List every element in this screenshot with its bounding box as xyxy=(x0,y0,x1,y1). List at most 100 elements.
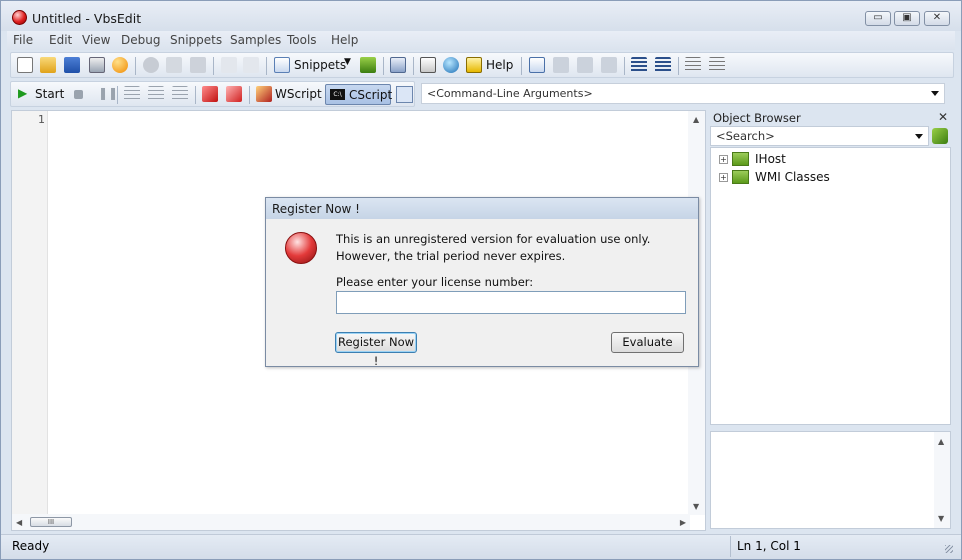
find-object-icon[interactable] xyxy=(932,128,948,144)
help-button[interactable]: Help xyxy=(486,58,513,72)
toolbar-separator xyxy=(135,57,136,75)
menu-help[interactable]: Help xyxy=(331,33,358,47)
pause-icon[interactable]: ❚❚ xyxy=(98,86,118,100)
scroll-right-icon[interactable]: ▶ xyxy=(680,518,686,527)
title-bar: Untitled - VbsEdit ▭ ▣ ✕ xyxy=(1,1,961,31)
tree-node-label: IHost xyxy=(755,152,786,166)
wscript-icon[interactable] xyxy=(256,86,272,102)
vbsedit-logo-icon xyxy=(12,10,27,25)
chevron-down-icon[interactable]: ▼ xyxy=(344,57,351,67)
object-browser-title: Object Browser xyxy=(713,111,801,125)
license-label: Please enter your license number: xyxy=(336,275,534,289)
main-toolbar: Snippets ▼ Help xyxy=(10,52,954,78)
scroll-up-icon[interactable]: ▲ xyxy=(938,437,944,446)
license-number-input[interactable] xyxy=(336,291,686,314)
menu-debug[interactable]: Debug xyxy=(121,33,160,47)
snippets-icon[interactable] xyxy=(274,57,290,73)
maximize-button[interactable]: ▣ xyxy=(894,11,920,26)
new-file-icon[interactable] xyxy=(17,57,33,73)
minimize-button[interactable]: ▭ xyxy=(865,11,891,26)
expand-icon[interactable]: + xyxy=(719,173,728,182)
object-browser-header: Object Browser ✕ xyxy=(710,110,951,126)
search-value: <Search> xyxy=(716,129,775,143)
cut-icon[interactable] xyxy=(143,57,159,73)
vbsedit-window: Untitled - VbsEdit ▭ ▣ ✕ File Edit View … xyxy=(0,0,962,560)
menu-file[interactable]: File xyxy=(13,33,33,47)
open-folder-icon[interactable] xyxy=(40,57,56,73)
step-into-icon[interactable] xyxy=(124,86,140,102)
command-line-arguments-combo[interactable]: <Command-Line Arguments> xyxy=(421,83,945,104)
wscript-button[interactable]: WScript xyxy=(275,87,322,101)
help-icon[interactable] xyxy=(466,57,482,73)
arguments-toggle-icon[interactable] xyxy=(396,86,413,103)
cscript-toggle[interactable]: C:\ CScript xyxy=(325,84,392,105)
breakpoint-icon[interactable] xyxy=(202,86,218,102)
chevron-down-icon[interactable] xyxy=(915,134,923,139)
scroll-up-icon[interactable]: ▲ xyxy=(693,115,699,124)
bookmark-clear-icon[interactable] xyxy=(601,57,617,73)
scroll-down-icon[interactable]: ▼ xyxy=(938,514,944,523)
scroll-down-icon[interactable]: ▼ xyxy=(693,502,699,511)
menu-edit[interactable]: Edit xyxy=(49,33,72,47)
print-icon[interactable] xyxy=(89,57,105,73)
status-divider xyxy=(730,536,731,557)
toolbar-separator xyxy=(249,86,250,104)
status-bar: Ready Ln 1, Col 1 xyxy=(1,534,961,559)
save-icon[interactable] xyxy=(64,57,80,73)
object-browser-search[interactable]: <Search> xyxy=(710,126,929,146)
dialog-title: Register Now ! xyxy=(266,198,698,219)
horizontal-scrollbar[interactable]: ◀ III ▶ xyxy=(12,514,690,530)
cursor-position: Ln 1, Col 1 xyxy=(737,539,801,553)
toolbar-separator xyxy=(383,57,384,75)
dialog-message: This is an unregistered version for eval… xyxy=(336,232,651,263)
start-button[interactable]: Start xyxy=(35,87,64,101)
tree-node-ihost[interactable]: + IHost xyxy=(719,151,919,167)
tree-node-wmi-classes[interactable]: + WMI Classes xyxy=(719,169,919,185)
toolbar-separator xyxy=(266,57,267,75)
comment-icon[interactable] xyxy=(529,57,545,73)
register-now-button[interactable]: Register Now ! xyxy=(335,332,417,368)
object-tree: + IHost + WMI Classes xyxy=(710,147,951,425)
stop-icon[interactable] xyxy=(74,90,83,99)
bookmark-next-icon[interactable] xyxy=(577,57,593,73)
copy-icon[interactable] xyxy=(166,57,182,73)
clear-breakpoints-icon[interactable] xyxy=(226,86,242,102)
evaluate-button[interactable]: Evaluate xyxy=(611,332,684,353)
step-over-icon[interactable] xyxy=(148,86,164,102)
description-scrollbar[interactable]: ▲ ▼ xyxy=(934,432,950,528)
paste-icon[interactable] xyxy=(190,57,206,73)
format-icon[interactable] xyxy=(709,57,725,73)
line-number: 1 xyxy=(38,113,45,126)
outdent-icon[interactable] xyxy=(655,57,671,73)
step-out-icon[interactable] xyxy=(172,86,188,102)
menu-view[interactable]: View xyxy=(82,33,110,47)
expand-icon[interactable]: + xyxy=(719,155,728,164)
undo-icon[interactable] xyxy=(221,57,237,73)
snippets-button[interactable]: Snippets xyxy=(294,58,346,72)
align-icon[interactable] xyxy=(685,57,701,73)
insert-object-icon[interactable] xyxy=(390,57,406,73)
menu-samples[interactable]: Samples xyxy=(230,33,281,47)
debug-toolbar: ▶ Start ❚❚ WScript C:\ CScript xyxy=(10,81,415,107)
library-icon xyxy=(732,152,749,166)
resize-grip-icon[interactable] xyxy=(945,545,953,553)
indent-icon[interactable] xyxy=(631,57,647,73)
close-window-button[interactable]: ✕ xyxy=(924,11,950,26)
warning-orb-icon xyxy=(285,232,317,264)
scroll-left-icon[interactable]: ◀ xyxy=(16,518,22,527)
menu-tools[interactable]: Tools xyxy=(287,33,317,47)
search-globe-icon[interactable] xyxy=(443,57,459,73)
add-snippet-icon[interactable] xyxy=(360,57,376,73)
play-icon[interactable]: ▶ xyxy=(18,86,27,100)
menu-snippets[interactable]: Snippets xyxy=(170,33,222,47)
toolbar-separator xyxy=(521,57,522,75)
chevron-down-icon[interactable] xyxy=(931,91,939,96)
close-icon[interactable]: ✕ xyxy=(938,110,948,124)
find-icon[interactable] xyxy=(420,57,436,73)
bookmark-icon[interactable] xyxy=(553,57,569,73)
toolbar-separator xyxy=(117,86,118,104)
scrollbar-thumb[interactable]: III xyxy=(30,517,72,527)
redo-icon[interactable] xyxy=(243,57,259,73)
record-icon[interactable] xyxy=(112,57,128,73)
console-icon: C:\ xyxy=(330,89,345,100)
